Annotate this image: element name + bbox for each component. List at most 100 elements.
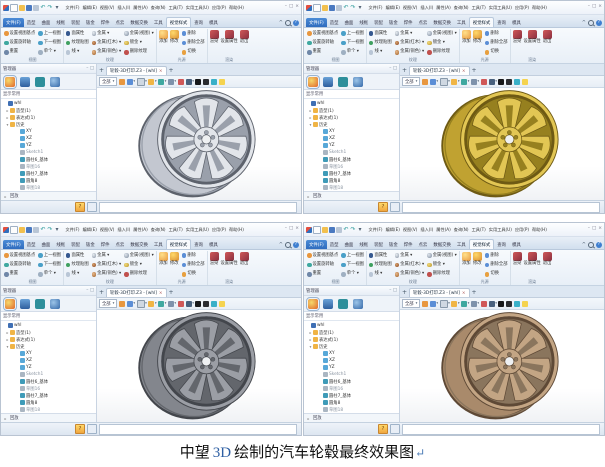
ribbon-big-button[interactable]: 设置属性	[524, 29, 541, 44]
tree-node[interactable]: 圆角8	[1, 399, 96, 406]
ribbon-tab[interactable]: 工具	[454, 18, 469, 27]
ribbon-button[interactable]: 镀金 ▾	[124, 41, 154, 46]
menu-item[interactable]: 应用(P)	[210, 5, 227, 11]
tree-node[interactable]: 圆角8	[304, 177, 399, 184]
ribbon-tab[interactable]: 工具	[454, 240, 469, 249]
ribbon-button[interactable]: 金属(红木) ▾	[395, 263, 425, 268]
tree-node[interactable]: 草图16	[304, 163, 399, 170]
tree-node[interactable]: ▾ 历史	[304, 343, 399, 350]
tree-node[interactable]: 圆角8	[1, 177, 96, 184]
ribbon-big-button[interactable]: 渲染	[513, 29, 522, 44]
ribbon-tab[interactable]: 点云	[113, 240, 128, 249]
ribbon-tab[interactable]: 模具	[206, 18, 221, 27]
ribbon-tab[interactable]: 文件(F)	[3, 18, 24, 27]
ribbon-button[interactable]: 金属 ▾	[395, 253, 425, 258]
ribbon-button[interactable]: 镀金 ▾	[124, 263, 154, 268]
collapse-ribbon-icon[interactable]: ^	[582, 21, 586, 26]
document-tab[interactable]: 轮毂-3D打印.Z3 - [whl] ×	[409, 288, 470, 297]
close-button[interactable]: ×	[295, 227, 299, 232]
da-icon[interactable]: ▾	[489, 301, 497, 307]
menu-item[interactable]: 应用(P)	[210, 227, 227, 233]
ribbon-button[interactable]: 金属 ▾	[395, 31, 425, 36]
ribbon-tab[interactable]: 造型	[327, 240, 342, 249]
tree-node[interactable]: 草图18	[304, 406, 399, 413]
ribbon-big-button[interactable]: 渲染	[210, 251, 219, 266]
tree-node[interactable]: 草图18	[1, 184, 96, 191]
ribbon-tab[interactable]: 查询	[191, 240, 206, 249]
tree-node[interactable]: XZ	[304, 135, 399, 142]
ribbon-button[interactable]: 上一视图	[38, 31, 61, 36]
new-tab-button[interactable]: +	[169, 68, 174, 75]
ribbon-tab[interactable]: 装配	[68, 18, 83, 27]
ribbon-button[interactable]: 金属(铜色) ▾	[92, 272, 122, 277]
ribbon-tab[interactable]: 线框	[53, 18, 68, 27]
menu-item[interactable]: 查询(N)	[149, 5, 167, 11]
minimize-button[interactable]: –	[285, 227, 287, 232]
ribbon-button[interactable]: 设置视图基点	[307, 31, 338, 36]
tree-node[interactable]: ▸ 表达式(1)	[1, 114, 96, 121]
search-icon[interactable]	[588, 242, 594, 248]
ribbon-button[interactable]: 删除纹理	[427, 50, 457, 55]
ribbon-tab[interactable]: 钣金	[83, 18, 98, 27]
ribbon-button[interactable]: 线 ▾	[369, 272, 392, 277]
tab-scroll-icon[interactable]: +	[402, 68, 407, 75]
replay-section[interactable]: ▸ 回放	[1, 191, 96, 200]
menu-item[interactable]: 查询(N)	[452, 227, 470, 233]
model-canvas[interactable]	[400, 88, 604, 200]
qat-icon[interactable]: ▾	[54, 227, 60, 233]
qat-icon[interactable]: ↶	[40, 227, 46, 233]
ribbon-tab[interactable]: 曲面	[342, 18, 357, 27]
tab-close-icon[interactable]: ×	[159, 69, 163, 74]
tree-node[interactable]: Sketch1	[1, 371, 96, 378]
ribbon-tab[interactable]: 数据交换	[127, 18, 151, 27]
qat-icon[interactable]	[306, 5, 312, 11]
ribbon-tab[interactable]: 线框	[356, 18, 371, 27]
tree-node[interactable]: 圆柱6_基体	[304, 378, 399, 385]
ribbon-button[interactable]: 重置	[307, 50, 338, 55]
qat-icon[interactable]: ▾	[357, 227, 363, 233]
da-icon[interactable]	[119, 79, 126, 85]
da-icon[interactable]	[422, 79, 429, 85]
menu-item[interactable]: 属性(A)	[132, 227, 150, 233]
ribbon-tab[interactable]: 装配	[68, 240, 83, 249]
ribbon-button[interactable]: 纹理贴图	[369, 41, 392, 46]
qat-icon[interactable]: ↷	[350, 227, 356, 233]
da-icon[interactable]	[506, 301, 513, 307]
qat-icon[interactable]: ▾	[54, 5, 60, 11]
qat-icon[interactable]	[10, 4, 18, 12]
da-icon[interactable]: ▾	[186, 79, 194, 85]
ribbon-big-button[interactable]: 修改	[170, 29, 179, 44]
ribbon-tab[interactable]: 焊件	[401, 18, 416, 27]
panel-minimize-icon[interactable]: –	[86, 288, 88, 293]
menu-item[interactable]: 文件(F)	[64, 227, 81, 233]
da-icon[interactable]: ▾	[471, 301, 479, 307]
status-doc-icon[interactable]	[390, 424, 400, 434]
menu-item[interactable]: 文件(F)	[367, 227, 384, 233]
ribbon-tab[interactable]: 文件(F)	[3, 240, 24, 249]
tree-node[interactable]: 圆柱6_基体	[304, 156, 399, 163]
menu-item[interactable]: 实用工具(U)	[487, 227, 513, 233]
tree-node[interactable]: XY	[1, 128, 96, 135]
ribbon-button[interactable]: 删除	[485, 253, 508, 258]
qat-icon[interactable]	[306, 227, 312, 233]
qat-icon[interactable]	[329, 5, 335, 11]
new-tab-button[interactable]: +	[472, 290, 477, 297]
ribbon-button[interactable]: 线 ▾	[66, 272, 89, 277]
status-doc-icon[interactable]	[390, 202, 400, 212]
menu-item[interactable]: 视图(V)	[98, 227, 116, 233]
da-icon[interactable]: ▾	[158, 79, 166, 85]
status-help-icon[interactable]: ?	[378, 202, 388, 212]
ribbon-button[interactable]: 重置	[4, 50, 35, 55]
da-icon[interactable]	[522, 79, 529, 85]
da-icon[interactable]: ▾	[471, 79, 479, 85]
ribbon-tab[interactable]: 查询	[494, 18, 509, 27]
menu-item[interactable]: 编辑(E)	[384, 5, 401, 11]
menu-item[interactable]: 帮助(H)	[228, 5, 246, 11]
da-icon[interactable]	[195, 301, 202, 307]
da-icon[interactable]: ▾	[430, 79, 438, 85]
ribbon-button[interactable]: 上一视图	[341, 253, 364, 258]
tree-node[interactable]: 圆柱7_基体	[1, 392, 96, 399]
menu-item[interactable]: 编辑(E)	[81, 227, 98, 233]
minimize-button[interactable]: –	[285, 5, 287, 10]
ribbon-tab[interactable]: 点云	[416, 18, 431, 27]
